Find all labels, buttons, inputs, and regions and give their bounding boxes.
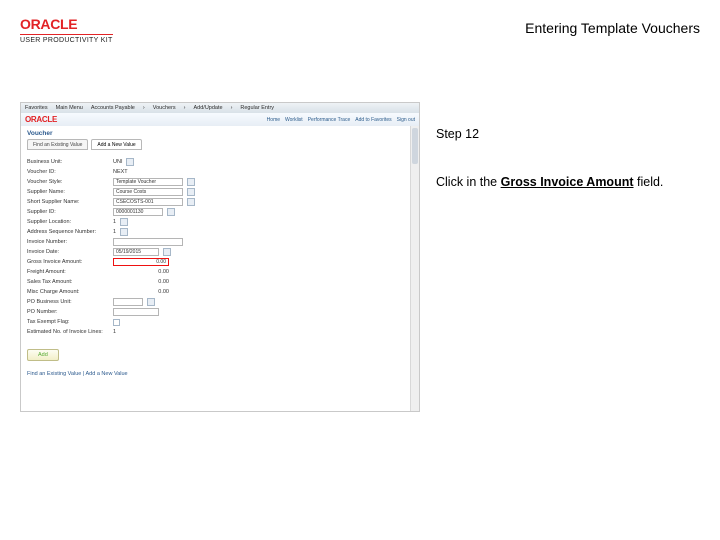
nav-favorites[interactable]: Favorites [25, 105, 48, 111]
link-worklist[interactable]: Worklist [285, 117, 303, 123]
calendar-icon[interactable] [163, 248, 171, 256]
input-pobu[interactable] [113, 298, 143, 306]
val-vid: NEXT [113, 169, 128, 175]
label-gross: Gross Invoice Amount: [27, 259, 109, 265]
input-ponum[interactable] [113, 308, 159, 316]
breadcrumb[interactable]: Regular Entry [240, 105, 274, 111]
instruction-pane: Step 12 Click in the Gross Invoice Amoun… [436, 126, 700, 191]
label-ponum: PO Number: [27, 309, 109, 315]
breadcrumb[interactable]: Vouchers [153, 105, 176, 111]
link-perf[interactable]: Performance Trace [308, 117, 351, 123]
input-style[interactable]: Template Voucher [113, 178, 183, 186]
dropdown-icon[interactable] [187, 178, 195, 186]
nav-main[interactable]: Main Menu [56, 105, 83, 111]
instr-field-name: Gross Invoice Amount [501, 175, 634, 189]
oracle-logo: ORACLE [20, 16, 77, 32]
instr-suffix: field. [634, 175, 664, 189]
label-sid: Supplier ID: [27, 209, 109, 215]
logo-block: ORACLE USER PRODUCTIVITY KIT [20, 16, 113, 44]
lookup-icon[interactable] [120, 218, 128, 226]
link-home[interactable]: Home [267, 117, 280, 123]
instr-prefix: Click in the [436, 175, 501, 189]
label-invdt: Invoice Date: [27, 249, 109, 255]
checkbox-tax[interactable] [113, 319, 120, 326]
label-sname: Supplier Name: [27, 189, 109, 195]
label-style: Voucher Style: [27, 179, 109, 185]
footer-link-find[interactable]: Find an Existing Value [27, 371, 81, 377]
val-est: 1 [113, 329, 116, 335]
label-vid: Voucher ID: [27, 169, 109, 175]
app-logo: ORACLE [25, 115, 57, 124]
lookup-icon[interactable] [167, 208, 175, 216]
val-freight: 0.00 [113, 269, 169, 275]
page-title: Entering Template Vouchers [525, 20, 700, 36]
tab-find[interactable]: Find an Existing Value [27, 139, 88, 150]
input-invno[interactable] [113, 238, 183, 246]
input-sshort[interactable]: CSECOSTS-001 [113, 198, 183, 206]
scrollbar-thumb[interactable] [412, 128, 418, 164]
link-addfav[interactable]: Add to Favorites [355, 117, 391, 123]
input-gross-invoice-amount[interactable]: 0.00 [113, 258, 169, 266]
top-nav: Favorites Main Menu Accounts Payable › V… [21, 103, 419, 113]
label-misc: Misc Charge Amount: [27, 289, 109, 295]
val-bu: UNI [113, 159, 122, 165]
lookup-icon[interactable] [147, 298, 155, 306]
link-signout[interactable]: Sign out [397, 117, 415, 123]
form-body: Business Unit: UNI Voucher ID: NEXT Vouche… [21, 153, 419, 343]
input-sname[interactable]: Course Costs [113, 188, 183, 196]
lookup-icon[interactable] [187, 198, 195, 206]
label-bu: Business Unit: [27, 159, 109, 165]
label-freight: Freight Amount: [27, 269, 109, 275]
tab-add[interactable]: Add a New Value [91, 139, 141, 150]
lookup-icon[interactable] [120, 228, 128, 236]
val-misc: 0.00 [113, 289, 169, 295]
scrollbar[interactable] [410, 126, 419, 411]
label-est: Estimated No. of Invoice Lines: [27, 329, 109, 335]
label-sloc: Supplier Location: [27, 219, 109, 225]
step-instruction: Click in the Gross Invoice Amount field. [436, 174, 700, 192]
label-invno: Invoice Number: [27, 239, 109, 245]
section-title: Voucher [21, 126, 419, 139]
lookup-icon[interactable] [126, 158, 134, 166]
breadcrumb[interactable]: Accounts Payable [91, 105, 135, 111]
tabs: Find an Existing Value Add a New Value [21, 139, 419, 153]
label-stax: Sales Tax Amount: [27, 279, 109, 285]
val-stax: 0.00 [113, 279, 169, 285]
footer-links: Find an Existing Value | Add a New Value [21, 361, 419, 381]
brand-bar: ORACLE Home Worklist Performance Trace A… [21, 113, 419, 126]
val-sloc: 1 [113, 219, 116, 225]
logo-subtitle: USER PRODUCTIVITY KIT [20, 34, 113, 44]
label-tax: Tax Exempt Flag: [27, 319, 109, 325]
lookup-icon[interactable] [187, 188, 195, 196]
val-aseq: 1 [113, 229, 116, 235]
input-sid[interactable]: 0000001130 [113, 208, 163, 216]
label-aseq: Address Sequence Number: [27, 229, 109, 235]
label-pobu: PO Business Unit: [27, 299, 109, 305]
app-screenshot: Favorites Main Menu Accounts Payable › V… [20, 102, 420, 412]
label-sshort: Short Supplier Name: [27, 199, 109, 205]
input-invdt[interactable]: 05/19/2015 [113, 248, 159, 256]
footer-link-add[interactable]: Add a New Value [86, 371, 128, 377]
add-button[interactable]: Add [27, 349, 59, 361]
step-label: Step 12 [436, 126, 700, 144]
breadcrumb[interactable]: Add/Update [194, 105, 223, 111]
